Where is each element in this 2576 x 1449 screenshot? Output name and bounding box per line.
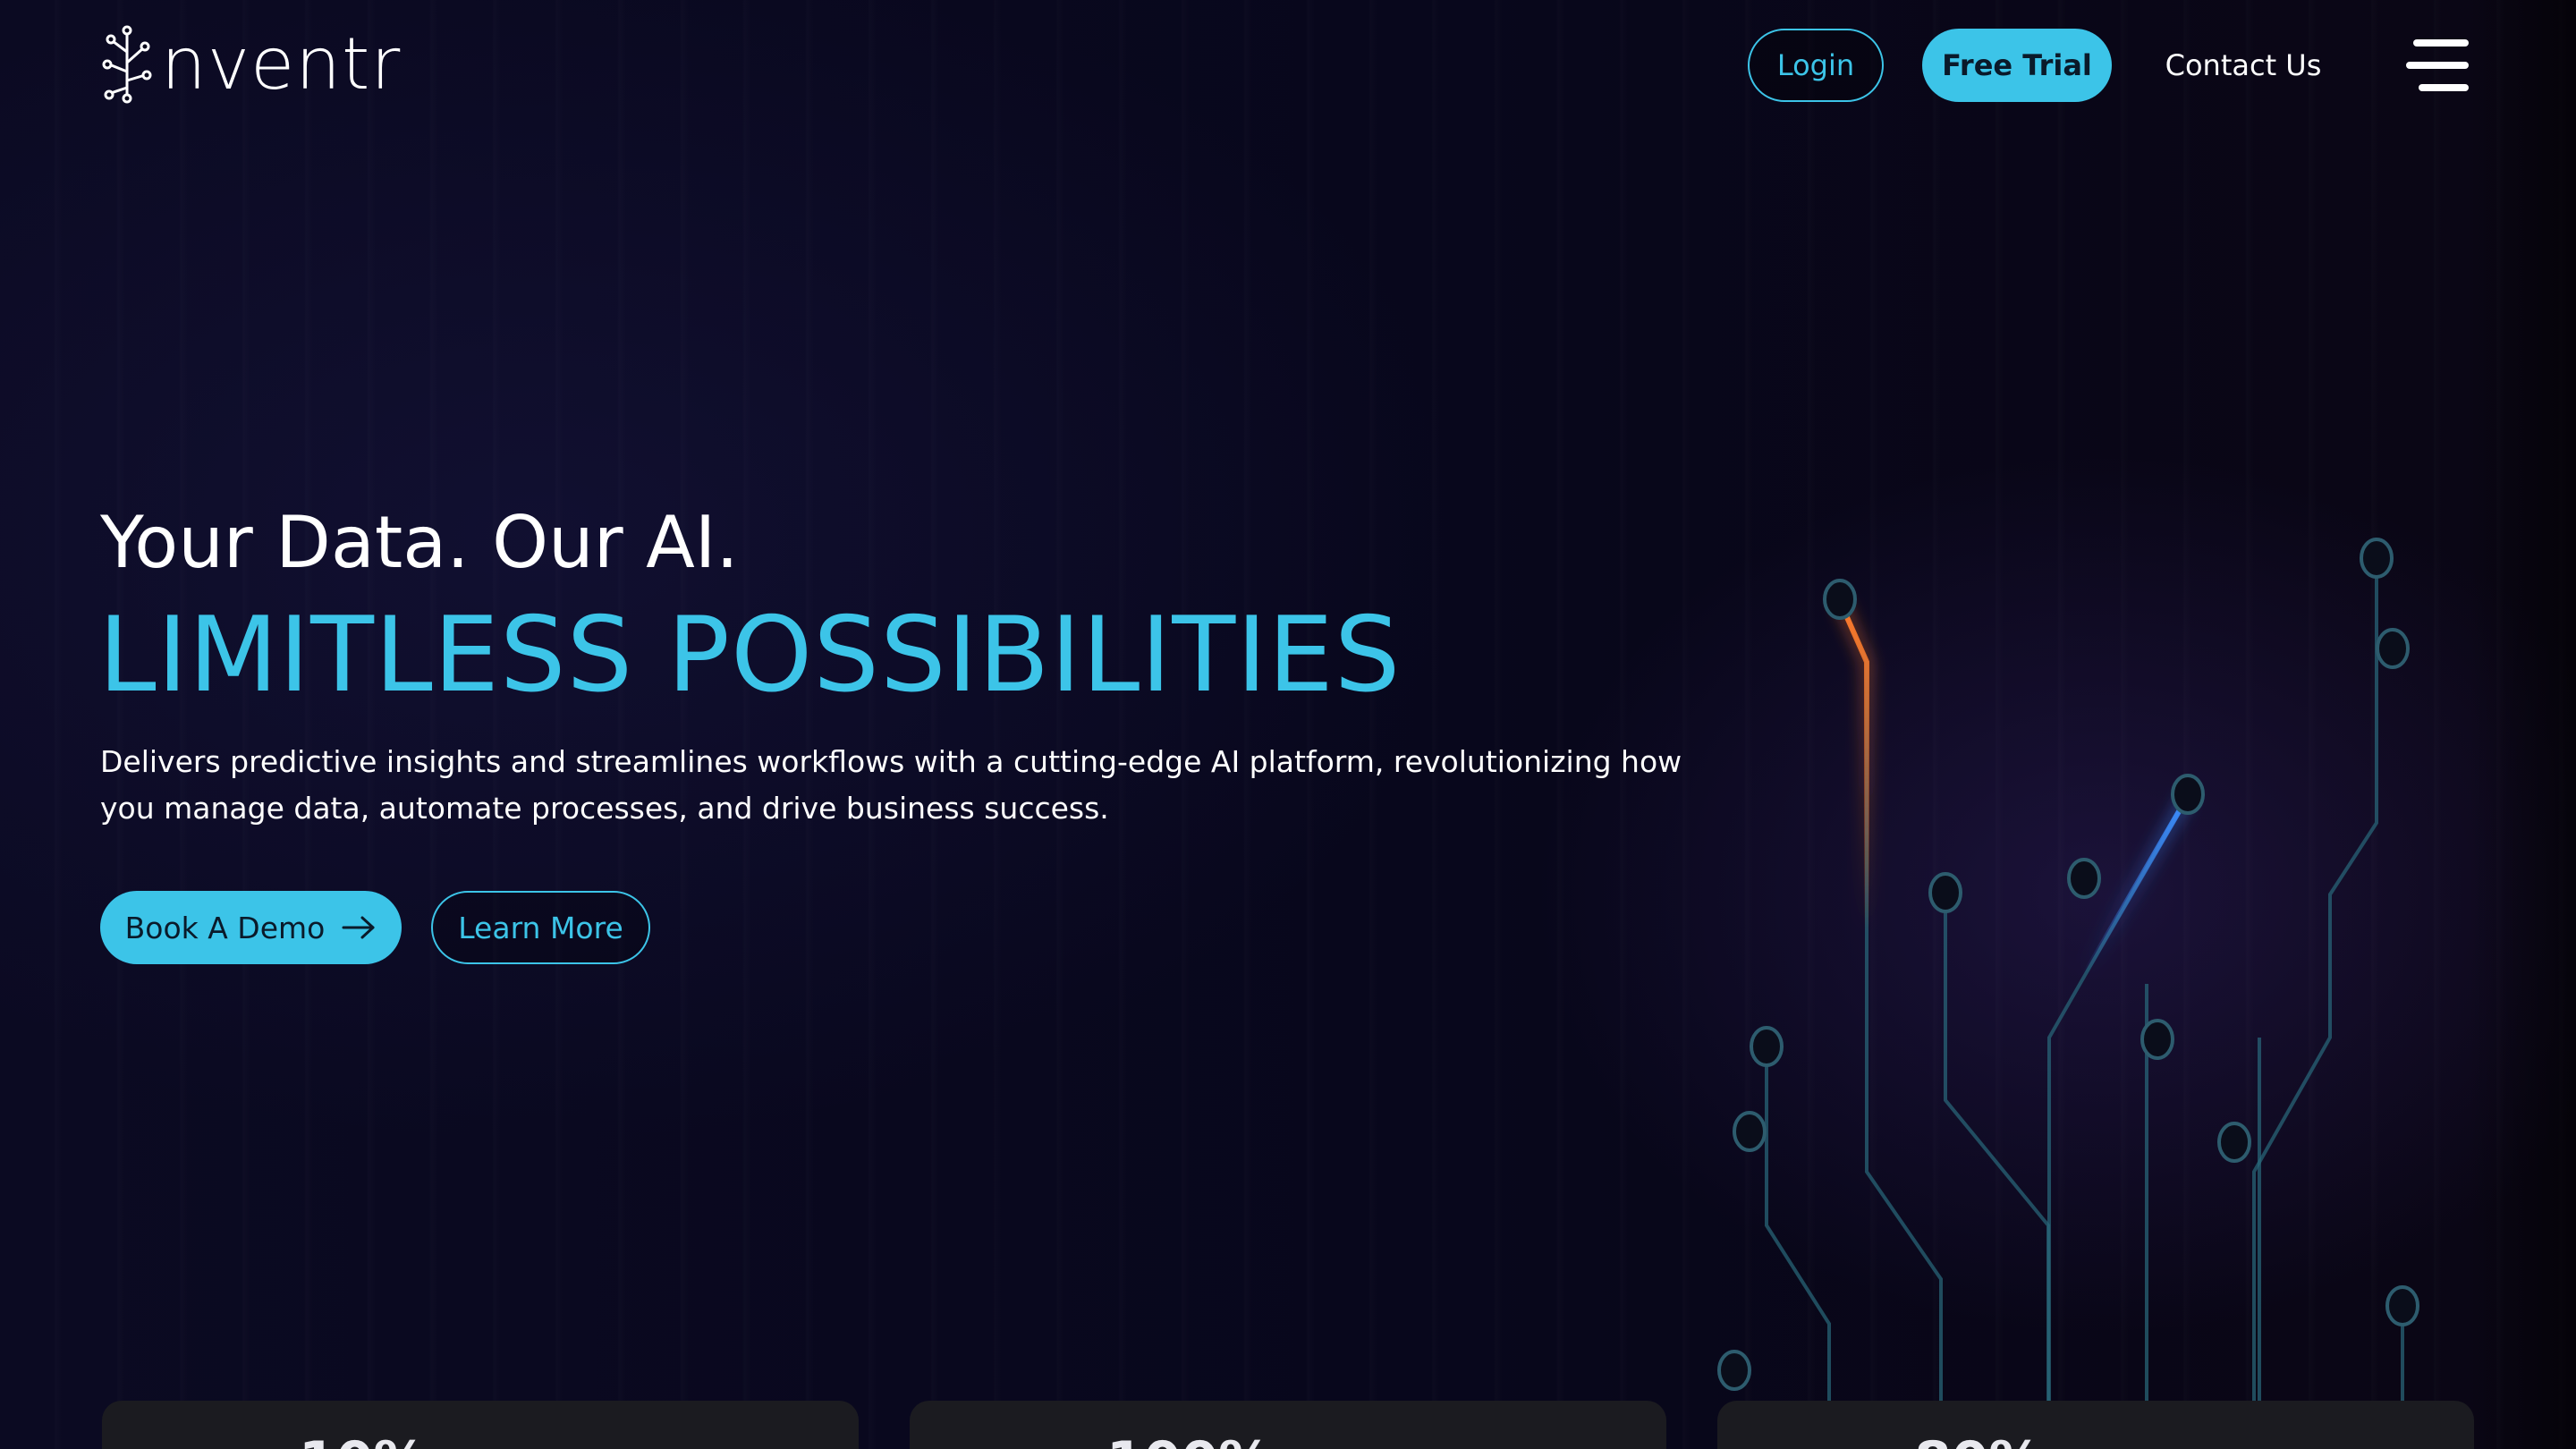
stat-value: 80% (1914, 1435, 2474, 1449)
circuit-logo-icon (102, 25, 152, 104)
login-button[interactable]: Login (1748, 29, 1884, 102)
menu-bar-bottom (2419, 84, 2469, 91)
book-demo-label: Book A Demo (124, 910, 326, 945)
menu-bar-middle (2406, 62, 2469, 69)
right-edge-shade (2469, 0, 2576, 1449)
contact-us-link[interactable]: Contact Us (2145, 29, 2342, 102)
hero-description: Delivers predictive insights and streaml… (100, 744, 1682, 826)
hero-tagline: Your Data. Our AI. (100, 501, 739, 584)
stat-card: 80% (1717, 1401, 2474, 1449)
brand-name: nventr (161, 22, 402, 106)
brand-logo[interactable]: nventr (100, 25, 401, 104)
stat-card: 10% (102, 1401, 859, 1449)
hero-headline: LIMITLESS POSSIBILITIES (98, 595, 1402, 716)
free-trial-button[interactable]: Free Trial (1922, 29, 2112, 102)
hamburger-menu-icon[interactable] (2406, 39, 2469, 91)
circuit-illustration (1717, 538, 2419, 1449)
stat-value: 10% (299, 1435, 859, 1449)
stat-value: 100% (1106, 1435, 1666, 1449)
learn-more-button[interactable]: Learn More (431, 891, 650, 964)
site-header: nventr Login Free Trial Contact Us (0, 0, 2576, 134)
arrow-right-icon (342, 916, 375, 939)
stat-card: 100% (910, 1401, 1666, 1449)
menu-bar-top (2413, 39, 2469, 47)
book-demo-button[interactable]: Book A Demo (100, 891, 402, 964)
page: nventr Login Free Trial Contact Us Your … (0, 0, 2576, 1449)
